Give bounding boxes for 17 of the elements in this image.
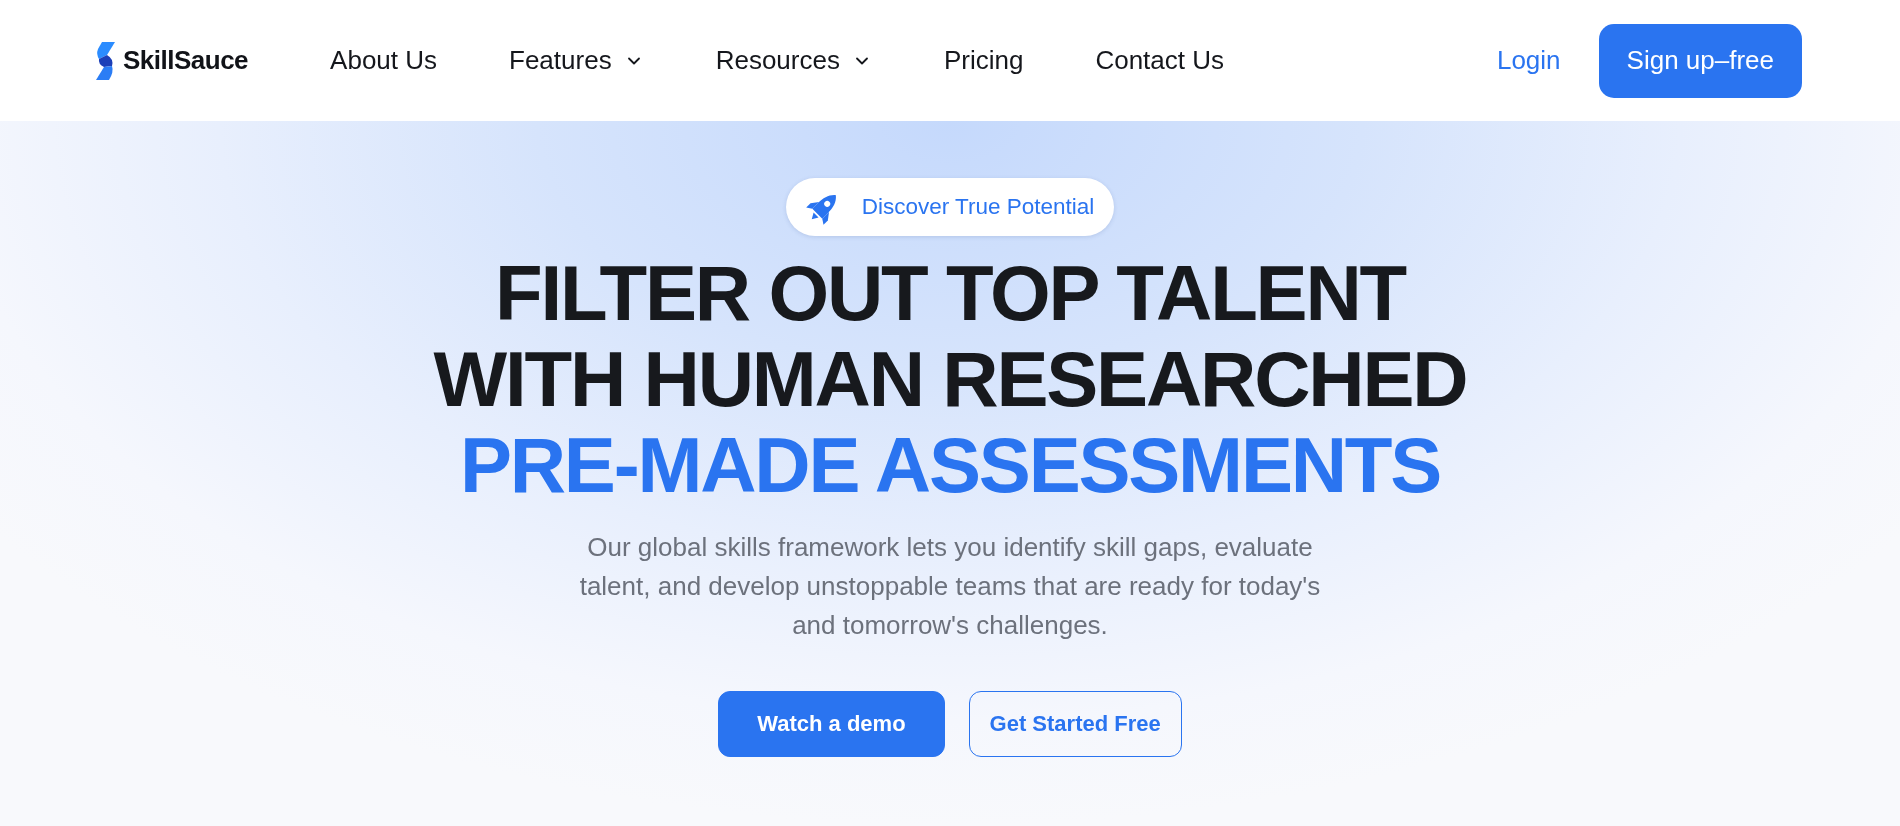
nav-link[interactable]: About Us [330, 45, 438, 76]
get-started-button[interactable]: Get Started Free [968, 691, 1182, 757]
headline-line: PRE-MADE ASSESSMENTS [459, 422, 1441, 508]
nav-link[interactable]: Pricing [943, 45, 1024, 76]
demo-button[interactable]: Watch a demo [718, 691, 945, 757]
badge-text: Discover True Potential [861, 194, 1095, 220]
nav-link[interactable]: Contact Us [1095, 45, 1224, 76]
logo-text: SkillSauce [123, 45, 249, 76]
login-link[interactable]: Login [1496, 45, 1561, 76]
nav-link[interactable]: Resources [715, 45, 872, 76]
logo[interactable]: SkillSauce [95, 41, 249, 80]
headline-line: WITH HUMAN RESEARCHED [433, 336, 1467, 422]
hero-description: Our global skills framework lets you identify skill gaps, evaluate talent, and develop unstoppable teams that are ready for today's and tomorrow's challenges. [578, 531, 1322, 642]
signup-button[interactable]: Sign up–free [1598, 23, 1802, 98]
logo-icon [95, 41, 116, 80]
headline-line: FILTER OUT TOP TALENT [495, 250, 1405, 336]
nav-link[interactable]: Features [509, 45, 644, 76]
